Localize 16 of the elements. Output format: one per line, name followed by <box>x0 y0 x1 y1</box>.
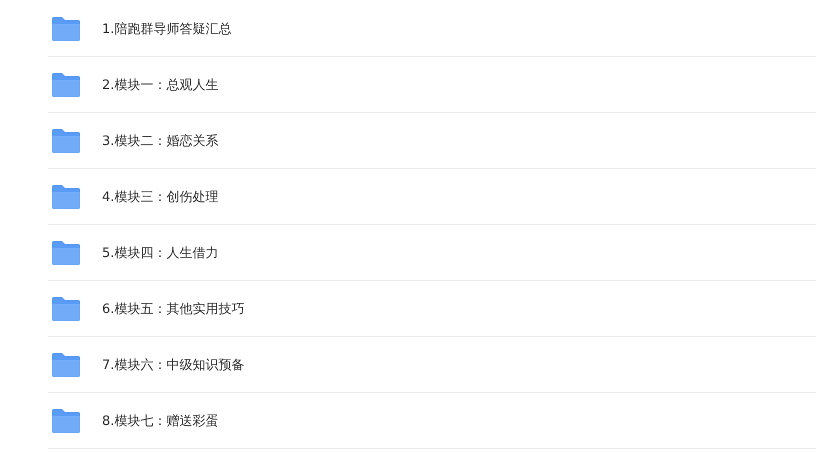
folder-icon <box>52 128 80 152</box>
folder-name[interactable]: 3.模块二：婚恋关系 <box>102 132 218 150</box>
folder-name[interactable]: 4.模块三：创伤处理 <box>102 188 218 206</box>
folder-name[interactable]: 7.模块六：中级知识预备 <box>102 356 244 374</box>
folder-icon <box>52 184 80 208</box>
folder-icon <box>52 352 80 376</box>
folder-icon <box>52 408 80 432</box>
folder-icon <box>52 16 80 40</box>
folder-name[interactable]: 5.模块四：人生借力 <box>102 244 218 262</box>
folder-icon <box>52 72 80 96</box>
folder-name[interactable]: 2.模块一：总观人生 <box>102 76 218 94</box>
folder-icon <box>52 296 80 320</box>
folder-name[interactable]: 6.模块五：其他实用技巧 <box>102 300 244 318</box>
folder-icon <box>52 240 80 264</box>
folder-name[interactable]: 8.模块七：赠送彩蛋 <box>102 412 218 430</box>
folder-name[interactable]: 1.陪跑群导师答疑汇总 <box>102 20 232 38</box>
